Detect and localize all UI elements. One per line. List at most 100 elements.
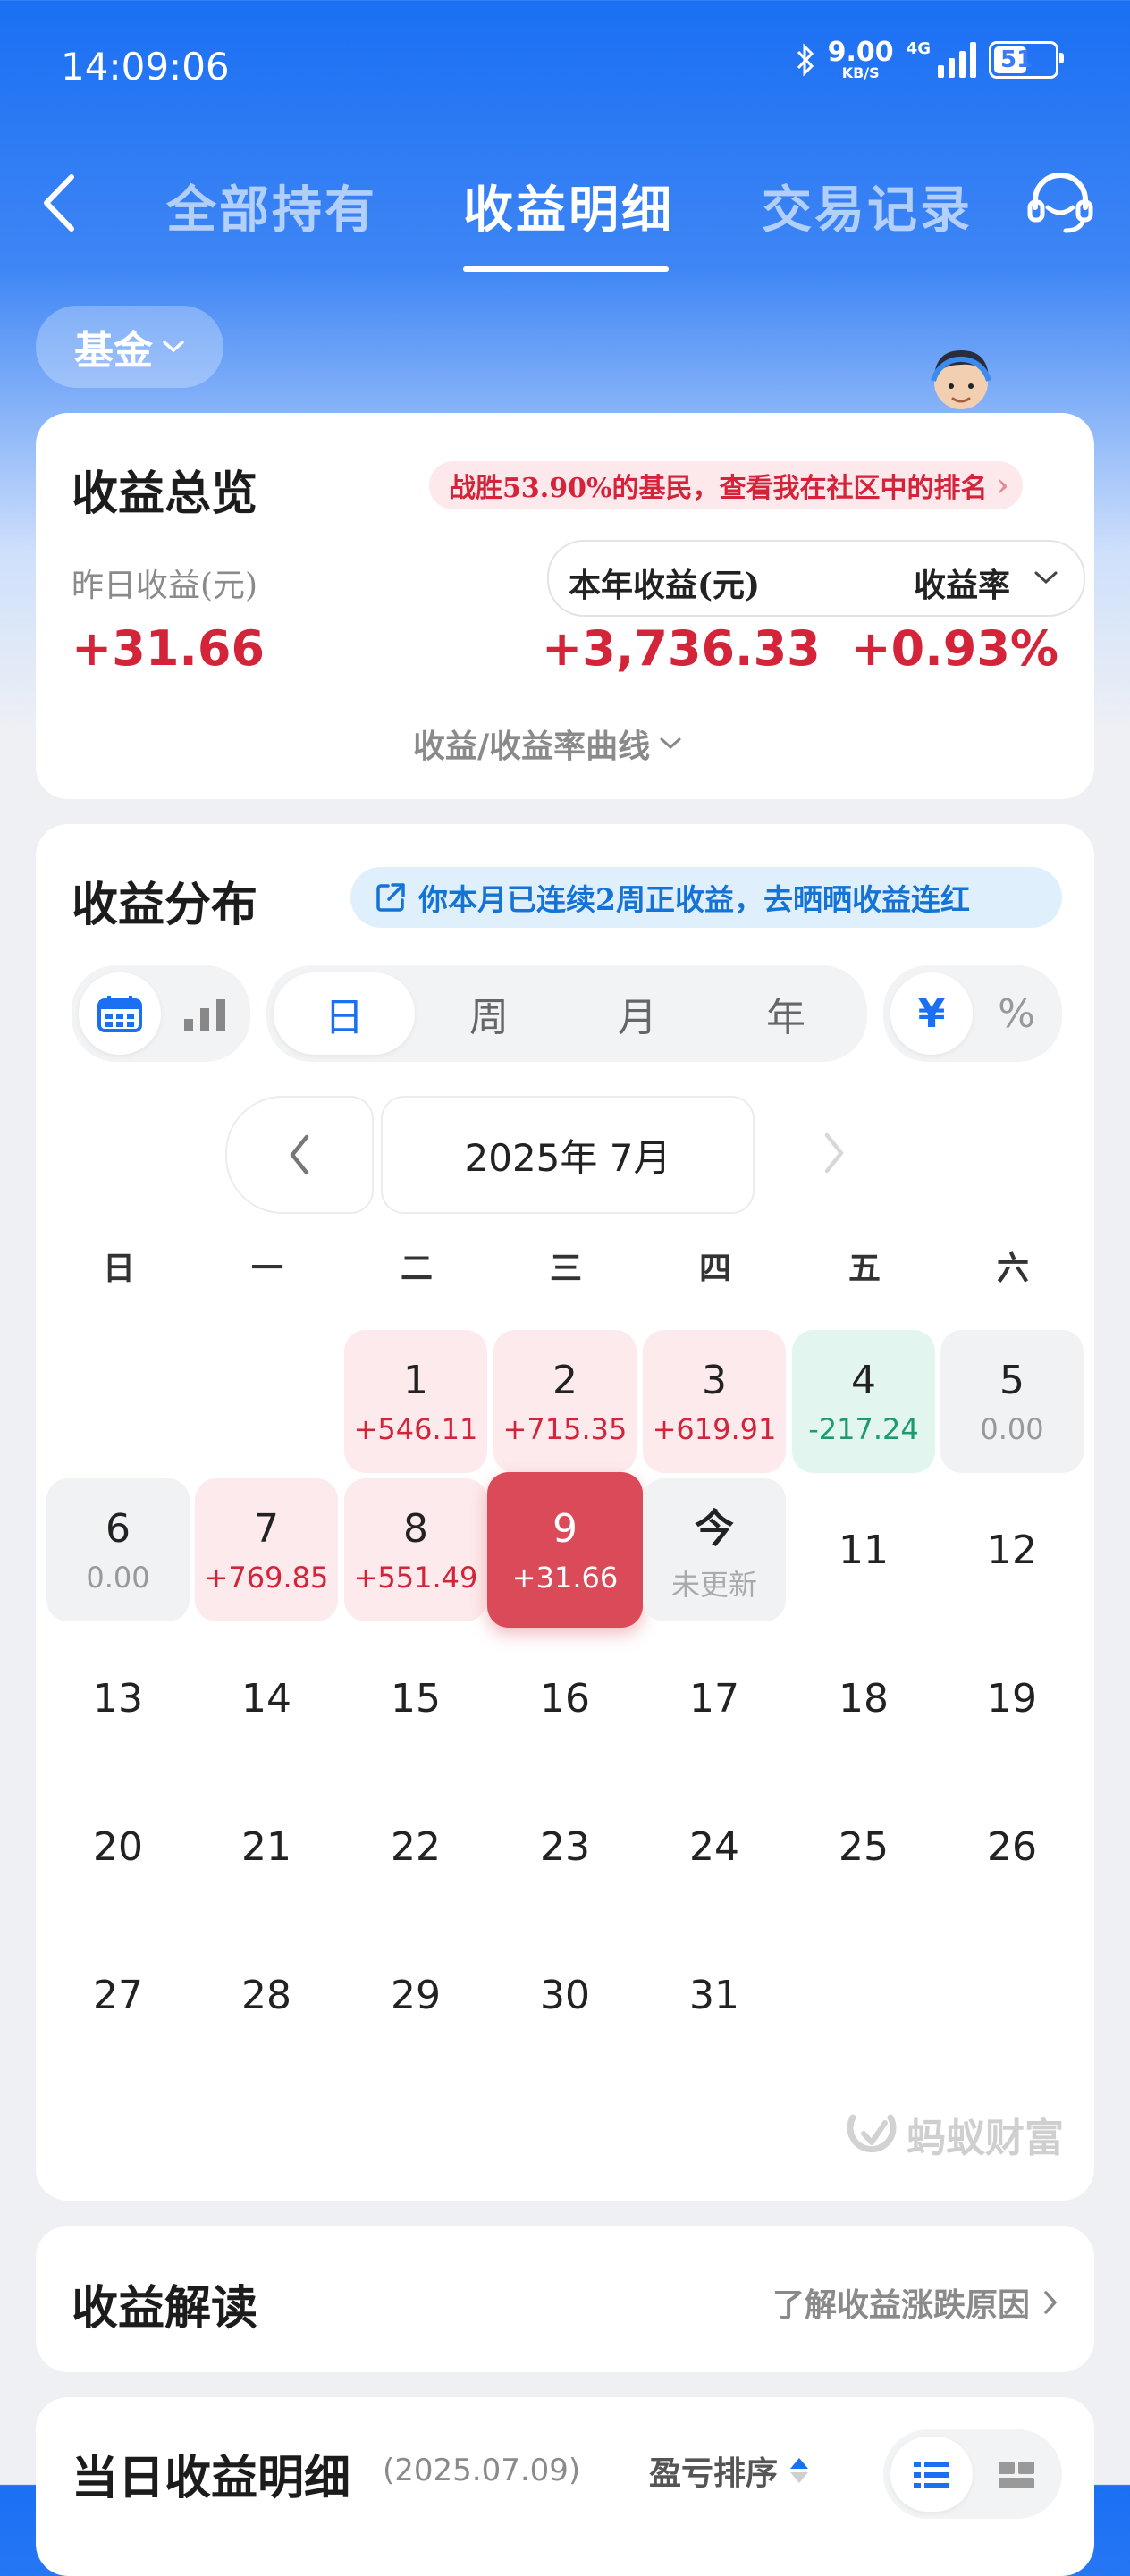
weekday-mon: 一: [250, 1250, 283, 1287]
chevron-right-icon: [1044, 2291, 1057, 2314]
calendar-day-number: 13: [93, 1675, 143, 1722]
status-icons: 9.00 KB/S 4G 51: [796, 37, 1064, 81]
weekday-thu: 四: [698, 1250, 731, 1287]
calendar-day-number: 8: [403, 1505, 428, 1552]
calendar-day-earnings: +546.11: [353, 1411, 478, 1446]
calendar-day[interactable]: 19: [940, 1627, 1084, 1770]
distribution-title: 收益分布: [72, 878, 258, 932]
period-year-button[interactable]: 年: [715, 972, 856, 1055]
list-icon: [914, 2462, 949, 2488]
sort-by-pnl-button[interactable]: 盈亏排序: [649, 2447, 812, 2494]
streak-share-text: 你本月已连续2周正收益，去晒晒收益连红: [418, 882, 970, 917]
calendar-day-today[interactable]: 今未更新: [643, 1478, 786, 1621]
earnings-curve-toggle[interactable]: 收益/收益率曲线: [413, 720, 682, 767]
calendar-day-selected[interactable]: 9 +31.66: [487, 1472, 643, 1628]
period-week-button[interactable]: 周: [418, 972, 560, 1055]
curve-link-label: 收益/收益率曲线: [413, 728, 651, 765]
chevron-down-icon[interactable]: [1033, 570, 1058, 586]
calendar-day-earnings: 0.00: [86, 1560, 150, 1595]
sort-icon: [790, 2458, 809, 2483]
calendar-day-number: 30: [540, 1972, 590, 2018]
interpretation-link[interactable]: 了解收益涨跌原因: [772, 2279, 1058, 2326]
calendar-day[interactable]: 18: [792, 1627, 935, 1770]
calendar-day[interactable]: 26: [940, 1775, 1084, 1918]
calendar-day-number: 18: [839, 1675, 889, 1722]
calendar-day-number: 11: [839, 1527, 889, 1573]
calendar-day-number: 3: [702, 1357, 727, 1403]
calendar-day[interactable]: 7 +769.85: [195, 1478, 338, 1621]
calendar-icon: [97, 996, 142, 1032]
community-rank-badge[interactable]: 战胜53.90%的基民，查看我在社区中的排名: [429, 461, 1024, 509]
calendar-day[interactable]: 1 +546.11: [344, 1330, 487, 1473]
calendar-day[interactable]: 5 0.00: [940, 1330, 1084, 1473]
battery-icon: 51: [989, 41, 1064, 79]
calendar-day-number: 9: [552, 1505, 578, 1552]
calendar-day[interactable]: 13: [46, 1627, 190, 1770]
brand-watermark: 蚂蚁财富: [844, 2106, 1064, 2163]
calendar-day[interactable]: 25: [792, 1775, 935, 1918]
prev-month-button[interactable]: [225, 1096, 374, 1214]
calendar-day-number: 21: [241, 1823, 291, 1870]
rate-label[interactable]: 收益率: [914, 560, 1010, 606]
calendar-day[interactable]: 22: [344, 1775, 487, 1918]
calendar-day[interactable]: 28: [195, 1924, 338, 2067]
calendar-day[interactable]: 24: [643, 1775, 786, 1918]
period-month-button[interactable]: 月: [567, 972, 708, 1055]
card-view-button[interactable]: [976, 2437, 1057, 2512]
tab-earnings-detail[interactable]: 收益明细: [463, 170, 674, 242]
calendar-day[interactable]: 15: [344, 1627, 487, 1770]
chevron-down-icon: [660, 737, 681, 750]
calendar-day[interactable]: 2 +715.35: [493, 1330, 637, 1473]
calendar-view-button[interactable]: [79, 972, 161, 1055]
headset-icon[interactable]: [1026, 168, 1094, 236]
fund-type-dropdown[interactable]: 基金: [36, 306, 223, 388]
calendar-day[interactable]: 21: [195, 1775, 338, 1918]
calendar-day-number: 29: [391, 1972, 441, 2018]
weekday-tue: 二: [400, 1250, 433, 1287]
calendar-day-number: 15: [391, 1675, 441, 1722]
calendar-day-number: 28: [241, 1972, 291, 2018]
calendar-day[interactable]: 3 +619.91: [643, 1330, 786, 1473]
calendar-day-number: 23: [540, 1823, 590, 1870]
calendar-day-earnings: +31.66: [511, 1560, 619, 1595]
overview-title: 收益总览: [72, 467, 258, 521]
calendar-day[interactable]: 17: [643, 1627, 786, 1770]
streak-share-pill[interactable]: 你本月已连续2周正收益，去晒晒收益连红: [350, 867, 1062, 928]
calendar-day[interactable]: 30: [493, 1924, 637, 2067]
month-label: 2025年 7月: [381, 1096, 755, 1214]
calendar-day[interactable]: 29: [344, 1924, 487, 2067]
calendar-day-number: 22: [391, 1823, 441, 1870]
calendar-day[interactable]: 27: [46, 1924, 190, 2067]
unit-amount-button[interactable]: ¥: [890, 972, 973, 1055]
calendar-day-number: 31: [689, 1972, 739, 2018]
calendar-day[interactable]: 20: [46, 1775, 190, 1918]
calendar-day[interactable]: 4 -217.24: [792, 1330, 935, 1473]
weekday-sat: 六: [996, 1250, 1029, 1287]
calendar-day[interactable]: 14: [195, 1627, 338, 1770]
calendar-day[interactable]: 16: [493, 1627, 637, 1770]
bar-chart-view-button[interactable]: [164, 972, 245, 1055]
unit-percent-button[interactable]: %: [976, 972, 1057, 1055]
calendar-day-earnings: 未更新: [670, 1568, 757, 1602]
next-month-button[interactable]: [762, 1096, 907, 1210]
calendar-day[interactable]: 23: [493, 1775, 637, 1918]
calendar-day[interactable]: 12: [940, 1478, 1084, 1621]
calendar-day[interactable]: 11: [792, 1478, 935, 1621]
list-view-button[interactable]: [890, 2437, 973, 2512]
tab-transactions[interactable]: 交易记录: [762, 170, 973, 242]
calendar-day[interactable]: 6 0.00: [46, 1478, 190, 1621]
weekday-fri: 五: [848, 1250, 881, 1287]
yesterday-earnings-value: +31.66: [72, 620, 266, 677]
bluetooth-icon: [797, 43, 814, 77]
period-day-button[interactable]: 日: [274, 972, 415, 1055]
calendar-day[interactable]: 31: [643, 1924, 786, 2067]
calendar-day[interactable]: 8 +551.49: [344, 1478, 487, 1621]
network-generation: 4G: [906, 39, 931, 58]
calendar-day-number: 27: [93, 1972, 143, 2018]
chevron-left-icon[interactable]: [39, 172, 79, 234]
calendar-day-number: 26: [987, 1823, 1037, 1870]
network-speed: 9.00 KB/S: [827, 37, 894, 81]
tab-all-holdings[interactable]: 全部持有: [166, 170, 377, 242]
chevron-left-icon: [290, 1134, 309, 1175]
calendar-day-number: 12: [987, 1527, 1037, 1573]
